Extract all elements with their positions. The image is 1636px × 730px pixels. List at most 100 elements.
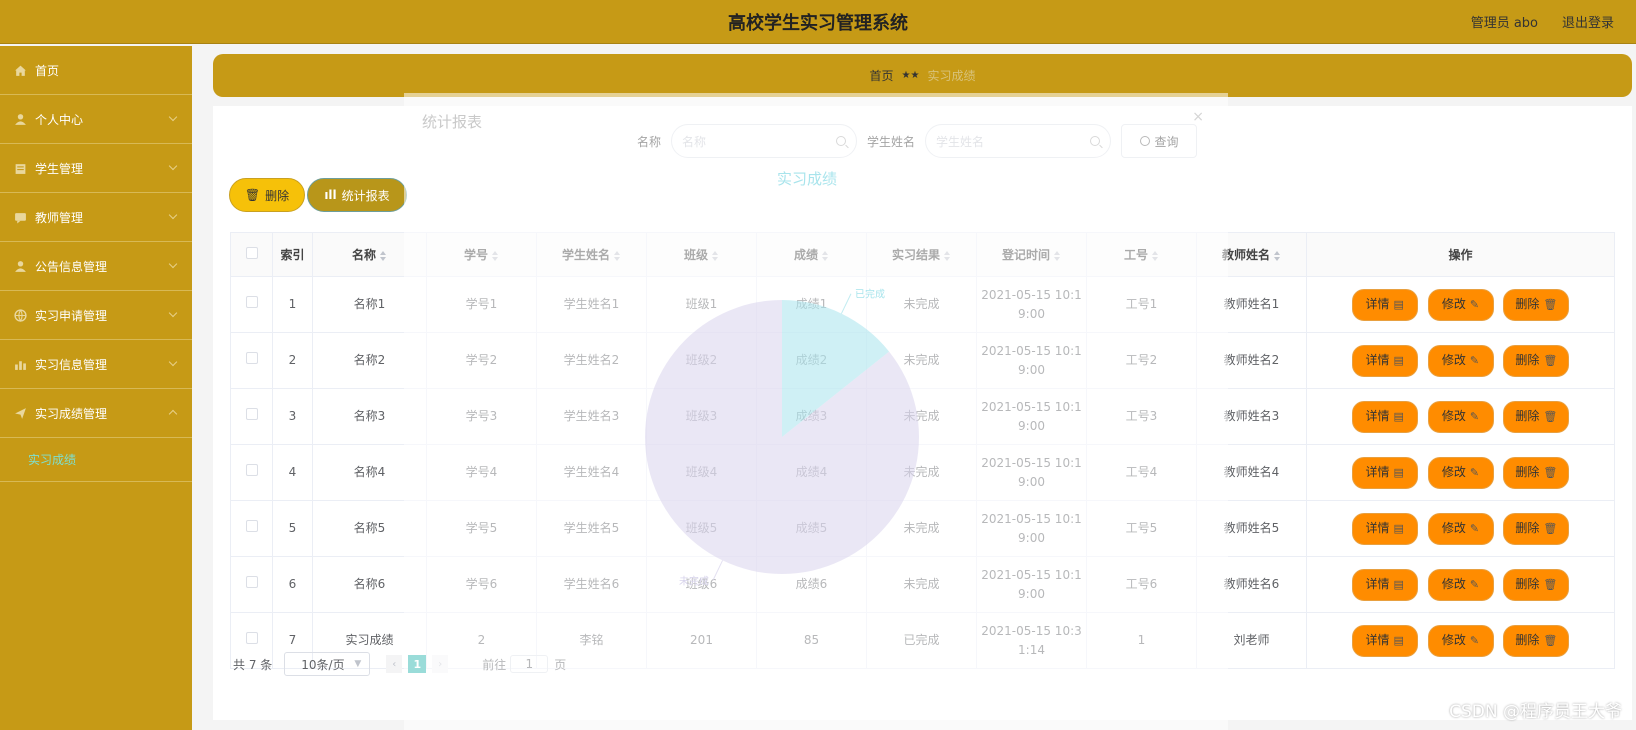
column-header-time[interactable]: 登记时间 [976, 232, 1087, 277]
row-checkbox[interactable] [245, 296, 258, 308]
cell-text: 2021-05-15 10:3 [981, 623, 1082, 638]
delete-button[interactable]: 删除 🗑 [1503, 344, 1570, 377]
sort-icon[interactable] [944, 250, 951, 261]
detail-button[interactable]: 详情 ▤ [1351, 568, 1418, 601]
sort-icon[interactable] [1274, 250, 1281, 261]
send-icon [14, 407, 27, 420]
sort-icon[interactable] [380, 250, 387, 261]
edit-button[interactable]: 修改 ✎ [1427, 400, 1494, 433]
goto-page-input[interactable]: 1 [510, 655, 549, 673]
cell-result: 已完成 [866, 612, 977, 669]
cell-text: 班级4 [685, 465, 718, 479]
sidebar-subitem-internship-score[interactable]: 实习成绩 [0, 438, 192, 482]
row-checkbox[interactable] [245, 520, 258, 532]
column-header-class[interactable]: 班级 [646, 232, 757, 277]
sidebar-item-info-management[interactable]: 实习信息管理 [0, 340, 192, 389]
edit-button[interactable]: 修改 ✎ [1427, 456, 1494, 489]
sort-icon[interactable] [1054, 250, 1061, 261]
edit-label: 修改 [1441, 297, 1466, 311]
table-row[interactable]: 3 名称3 学号3 学生姓名3 班级3 成绩3 未完成 2021-05-15 10:1 9:00… [230, 388, 1615, 445]
cell-time: 2021-05-15 10:1 9:00 [976, 500, 1087, 557]
sort-icon[interactable] [712, 250, 719, 261]
cell-result: 未完成 [866, 388, 977, 445]
sort-icon[interactable] [822, 250, 829, 261]
delete-button[interactable]: 删除 🗑 [1503, 512, 1570, 545]
query-button[interactable]: 查询 [1121, 124, 1198, 158]
detail-button[interactable]: 详情 ▤ [1351, 456, 1418, 489]
cell-student-name: 学生姓名6 [536, 556, 647, 613]
cell-student-name: 学生姓名5 [536, 500, 647, 557]
table-row[interactable]: 5 名称5 学号5 学生姓名5 班级5 成绩5 未完成 2021-05-15 10:1 9:00… [230, 500, 1615, 557]
page-number-current[interactable]: 1 [408, 655, 427, 673]
edit-button[interactable]: 修改 ✎ [1427, 568, 1494, 601]
prev-page-button[interactable]: ‹ [386, 655, 403, 673]
cell-student-no: 学号3 [426, 388, 537, 445]
edit-button[interactable]: 修改 ✎ [1427, 624, 1494, 657]
search-icon [836, 136, 847, 146]
breadcrumb-current: 实习成绩 [927, 69, 976, 83]
delete-button[interactable]: 删除 🗑 [1503, 568, 1570, 601]
stats-report-button[interactable]: ıll 统计报表 [307, 178, 407, 212]
sidebar-item-teacher-management[interactable]: 教师管理 [0, 193, 192, 242]
edit-button[interactable]: 修改 ✎ [1427, 288, 1494, 321]
delete-button[interactable]: 删除 🗑 [1503, 400, 1570, 433]
cell-text: 工号6 [1125, 577, 1158, 591]
sidebar-item-score-management[interactable]: 实习成绩管理 [0, 389, 192, 438]
sidebar-item-personal-center[interactable]: 个人中心 [0, 95, 192, 144]
row-checkbox[interactable] [245, 464, 258, 476]
edit-button[interactable]: 修改 ✎ [1427, 344, 1494, 377]
sort-icon[interactable] [1152, 250, 1159, 261]
batch-delete-button[interactable]: 🗑 删除 [229, 178, 305, 212]
detail-label: 详情 [1365, 633, 1390, 647]
detail-button[interactable]: 详情 ▤ [1351, 344, 1418, 377]
chevron-up-icon [168, 409, 178, 419]
logout-link[interactable]: 退出登录 [1562, 12, 1614, 31]
next-page-button[interactable]: › [432, 655, 449, 673]
breadcrumb-home[interactable]: 首页 [870, 67, 894, 84]
sidebar-item-student-management[interactable]: 学生管理 [0, 144, 192, 193]
sidebar-item-label: 实习成绩管理 [35, 406, 108, 421]
chevron-down-icon [168, 161, 178, 171]
delete-button[interactable]: 删除 🗑 [1503, 288, 1570, 321]
row-checkbox[interactable] [245, 408, 258, 420]
page-size-select[interactable]: 10条/页 ▼ [284, 652, 371, 676]
cell-time: 2021-05-15 10:1 9:00 [976, 276, 1087, 333]
table-row[interactable]: 4 名称4 学号4 学生姓名4 班级4 成绩4 未完成 2021-05-15 10:1 9:00… [230, 444, 1615, 501]
column-header-staff-no[interactable]: 工号 [1086, 232, 1197, 277]
student-search-input[interactable]: 学生姓名 [925, 124, 1112, 158]
detail-button[interactable]: 详情 ▤ [1351, 512, 1418, 545]
row-checkbox[interactable] [245, 352, 258, 364]
table-row[interactable]: 6 名称6 学号6 学生姓名6 班级6 成绩6 未完成 2021-05-15 10:1 9:00… [230, 556, 1615, 613]
edit-button[interactable]: 修改 ✎ [1427, 512, 1494, 545]
delete-button[interactable]: 删除 🗑 [1503, 456, 1570, 489]
column-header-teacher[interactable]: 教师姓名 [1196, 232, 1307, 277]
cell-text: 6 [288, 577, 297, 591]
select-all-checkbox[interactable] [245, 247, 258, 259]
name-search-input[interactable]: 名称 [671, 124, 858, 158]
cell-actions: 详情 ▤ 修改 ✎ 删除 🗑 [1306, 500, 1615, 557]
delete-button[interactable]: 删除 🗑 [1503, 624, 1570, 657]
detail-button[interactable]: 详情 ▤ [1351, 288, 1418, 321]
detail-button[interactable]: 详情 ▤ [1351, 400, 1418, 433]
page-size-value: 10条/页 [301, 657, 345, 672]
row-checkbox[interactable] [245, 632, 258, 644]
table-row[interactable]: 2 名称2 学号2 学生姓名2 班级2 成绩2 未完成 2021-05-15 10:1 9:00… [230, 332, 1615, 389]
column-header-student-name[interactable]: 学生姓名 [536, 232, 647, 277]
row-checkbox[interactable] [245, 576, 258, 588]
sidebar-item-home[interactable]: 首页 [0, 46, 192, 95]
cell-text: 9:00 [1018, 362, 1045, 377]
sort-icon[interactable] [614, 250, 621, 261]
column-header-student-no[interactable]: 学号 [426, 232, 537, 277]
cell-name: 名称6 [312, 556, 427, 613]
sidebar-item-notice-management[interactable]: 公告信息管理 [0, 242, 192, 291]
column-header-result[interactable]: 实习结果 [866, 232, 977, 277]
table-row[interactable]: 1 名称1 学号1 学生姓名1 班级1 成绩1 未完成 2021-05-15 10:1 9:00… [230, 276, 1615, 333]
sidebar-item-application-management[interactable]: 实习申请管理 [0, 291, 192, 340]
batch-delete-label: 删除 [265, 188, 290, 203]
detail-button[interactable]: 详情 ▤ [1351, 624, 1418, 657]
cell-staff-no: 工号5 [1086, 500, 1197, 557]
column-header-name[interactable]: 名称 [312, 232, 427, 277]
detail-label: 详情 [1365, 353, 1390, 367]
column-header-score[interactable]: 成绩 [756, 232, 867, 277]
sort-icon[interactable] [492, 250, 499, 261]
